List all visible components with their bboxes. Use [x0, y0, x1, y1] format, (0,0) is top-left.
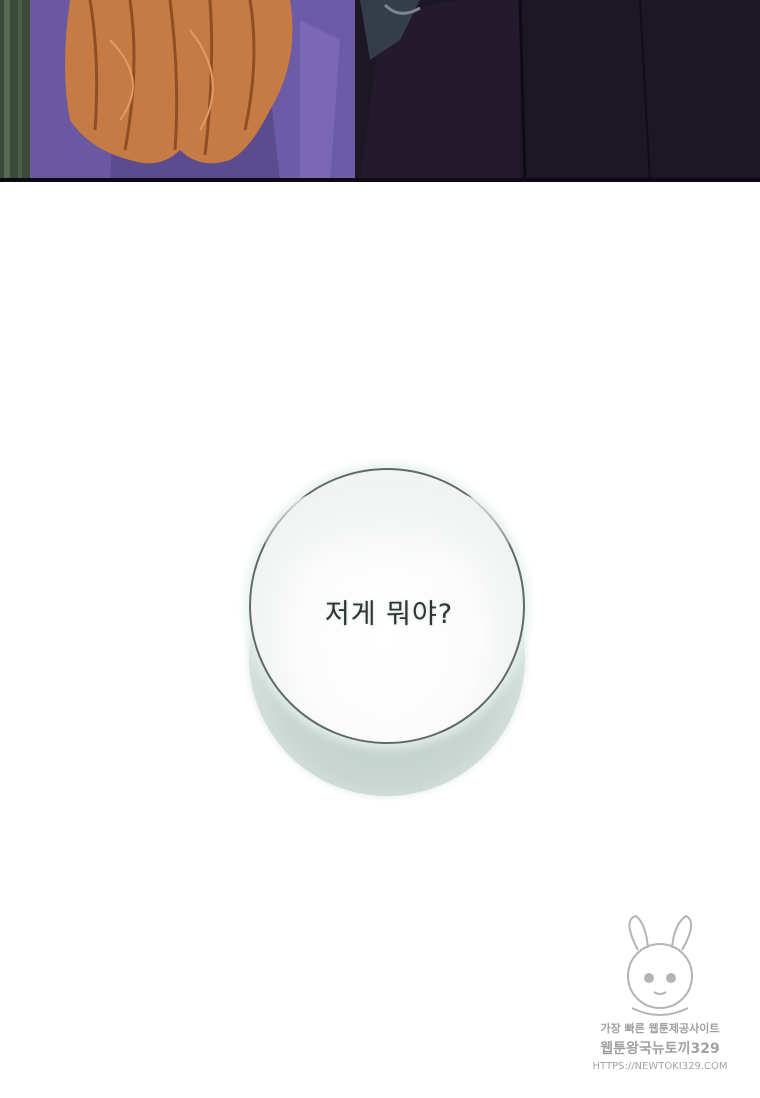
watermark-url: HTTPS://NEWTOKI329.COM: [592, 1061, 728, 1072]
comic-panel-top: [0, 0, 760, 182]
watermark-site-name: 웹툰왕국뉴토끼329: [600, 1041, 720, 1057]
speech-bubble: 저게 뭐야?: [240, 462, 534, 806]
site-watermark: 가장 빠른 웹툰제공사이트 웹툰왕국뉴토끼329 HTTPS://NEWTOKI…: [592, 910, 728, 1082]
watermark-tagline: 가장 빠른 웹툰제공사이트: [600, 1022, 720, 1035]
speech-bubble-body: 저게 뭐야?: [249, 468, 525, 744]
characters-illustration: [0, 0, 760, 182]
rabbit-mascot-icon: [627, 914, 693, 1016]
speech-bubble-text: 저게 뭐야?: [324, 599, 454, 630]
panel-border: [0, 178, 760, 182]
